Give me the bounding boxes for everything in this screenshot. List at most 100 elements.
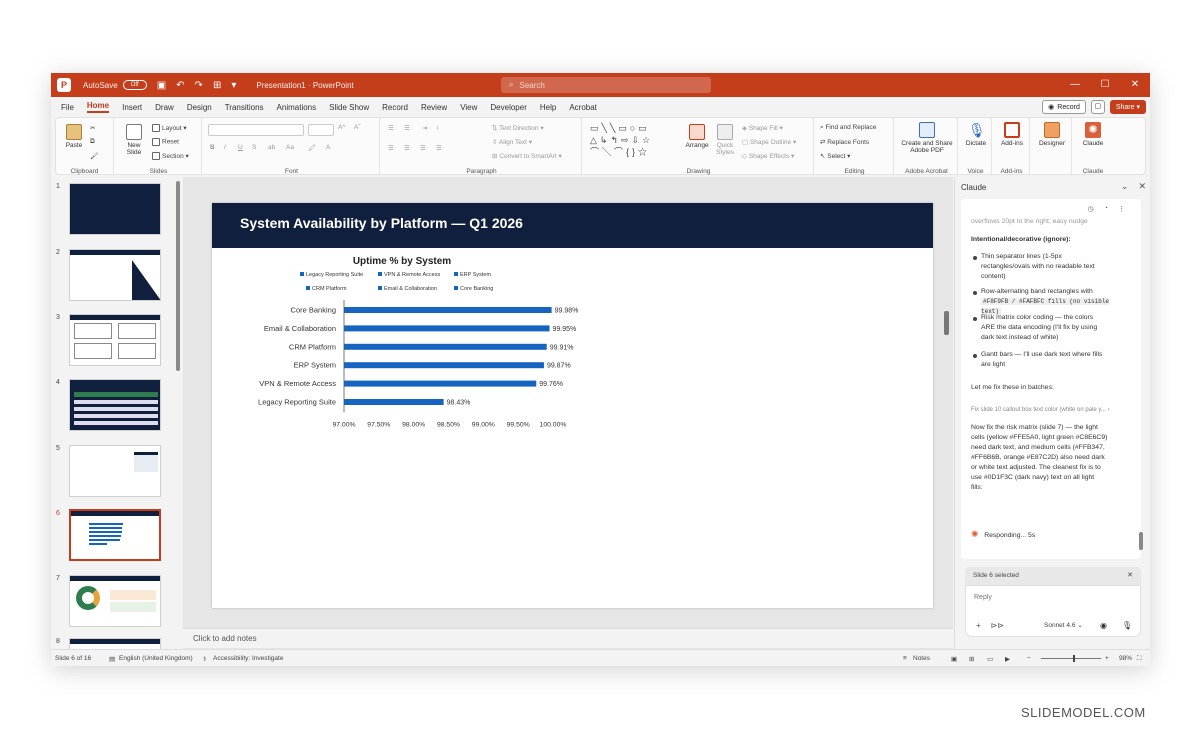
record-context-icon[interactable]: ◉ [1100, 621, 1107, 630]
shape-effects-button[interactable]: ◇ Shape Effects ▾ [742, 152, 794, 160]
select-button[interactable]: ↖ Select ▾ [820, 152, 850, 160]
align-left-icon[interactable]: ☰ [388, 144, 394, 152]
reading-view-icon[interactable]: ▭ [987, 655, 993, 663]
notes-pane[interactable]: Click to add notes [183, 628, 953, 648]
chat-scrollbar[interactable] [1139, 532, 1143, 550]
slide-sorter-icon[interactable]: ⊞ [969, 655, 974, 663]
align-center-icon[interactable]: ☰ [404, 144, 410, 152]
history-icon[interactable]: ◷ [1088, 205, 1094, 213]
slide-thumbnail-2[interactable] [69, 249, 161, 301]
text-direction-button[interactable]: ⇅ Text Direction ▾ [492, 124, 544, 132]
strikethrough-icon[interactable]: S [252, 144, 256, 151]
copy-icon[interactable]: ⧉ [90, 138, 95, 146]
align-right-icon[interactable]: ☰ [420, 144, 426, 152]
language-status[interactable]: English (United Kingdom) [119, 655, 193, 662]
tab-developer[interactable]: Developer [490, 103, 526, 112]
increase-font-icon[interactable]: A^ [338, 124, 345, 131]
shape-fill-button[interactable]: ◈ Shape Fill ▾ [742, 124, 783, 132]
align-text-button[interactable]: ⇳ Align Text ▾ [492, 138, 532, 146]
find-replace-button[interactable]: ⌕ Find and Replace [820, 124, 876, 132]
slide-thumbnail-1[interactable] [69, 183, 161, 235]
addins-button[interactable]: Add-ins [998, 122, 1026, 147]
redo-icon[interactable]: ↷ [195, 80, 203, 91]
maximize-icon[interactable]: ☐ [1090, 73, 1120, 97]
numbering-icon[interactable]: ☰ [404, 124, 410, 132]
shape-outline-button[interactable]: ▢ Shape Outline ▾ [742, 138, 796, 146]
tab-animations[interactable]: Animations [277, 103, 317, 112]
normal-view-icon[interactable]: ▣ [951, 655, 957, 663]
dictate-button[interactable]: 🎙 Dictate [962, 122, 990, 147]
slide-thumbnail-7[interactable] [69, 575, 161, 627]
model-selector[interactable]: Sonnet 4.6 ⌄ [1044, 621, 1083, 629]
section-button[interactable]: Section ▾ [152, 152, 189, 161]
editor-scrollbar[interactable] [944, 311, 949, 335]
undo-icon[interactable]: ↶ [176, 80, 184, 91]
zoom-in-icon[interactable]: + [1105, 655, 1109, 662]
search-box[interactable]: ⌕ Search [501, 77, 711, 93]
new-slide-button[interactable]: New Slide [120, 124, 148, 156]
tab-design[interactable]: Design [187, 103, 212, 112]
indent-icon[interactable]: ⇥ [422, 124, 427, 132]
format-painter-icon[interactable]: 🖌 [90, 152, 98, 160]
slide-thumbnail-3[interactable] [69, 314, 161, 366]
add-attachment-icon[interactable]: + [976, 621, 981, 630]
font-color-icon[interactable]: A [326, 144, 330, 151]
underline-icon[interactable]: U [238, 144, 243, 151]
reset-button[interactable]: Reset [152, 138, 179, 146]
italic-icon[interactable]: I [224, 144, 226, 151]
thumbnails-scrollbar[interactable] [176, 181, 180, 371]
slide-canvas[interactable]: System Availability by Platform — Q1 202… [212, 203, 933, 608]
decrease-font-icon[interactable]: Aˇ [354, 124, 361, 131]
minimize-icon[interactable]: — [1060, 73, 1090, 97]
autosave-toggle[interactable]: Off [122, 80, 147, 90]
font-name-combo[interactable] [208, 124, 304, 136]
zoom-slider-thumb[interactable] [1073, 655, 1075, 662]
char-spacing-icon[interactable]: ab [268, 144, 275, 151]
create-share-pdf-button[interactable]: Create and Share Adobe PDF [898, 122, 956, 154]
bullets-icon[interactable]: ☰ [388, 124, 394, 132]
tab-transitions[interactable]: Transitions [225, 103, 264, 112]
close-icon[interactable]: ✕ [1120, 73, 1150, 97]
chat-tool-call[interactable]: Fix slide 10 callout box text color (whi… [971, 405, 1131, 415]
uptime-bar-chart[interactable]: Uptime % by System Legacy Reporting Suit… [212, 248, 933, 608]
remove-context-icon[interactable]: ✕ [1127, 571, 1133, 579]
slide-thumbnail-6[interactable] [69, 509, 161, 561]
convert-smartart-button[interactable]: ⊞ Convert to SmartArt ▾ [492, 152, 562, 160]
justify-icon[interactable]: ☰ [436, 144, 442, 152]
cut-icon[interactable]: ✂ [90, 124, 95, 132]
zoom-slider[interactable] [1041, 658, 1101, 659]
close-pane-icon[interactable]: ✕ [1138, 181, 1146, 192]
change-case-icon[interactable]: Aa [286, 144, 294, 151]
replace-fonts-button[interactable]: ⇄ Replace Fonts [820, 138, 869, 146]
slide-thumbnail-5[interactable] [69, 445, 161, 497]
bold-icon[interactable]: B [210, 144, 215, 151]
tab-draw[interactable]: Draw [155, 103, 174, 112]
claude-button[interactable]: ✺ Claude [1078, 122, 1108, 147]
layout-button[interactable]: Layout ▾ [152, 124, 187, 133]
highlight-icon[interactable]: 🖍 [308, 144, 316, 152]
line-spacing-icon[interactable]: ↕ [436, 124, 439, 131]
notes-icon[interactable]: ≡ [903, 655, 907, 662]
customize-icon[interactable]: ▾ [231, 80, 236, 91]
new-chat-icon[interactable]: ◔ [1104, 205, 1108, 213]
arrange-button[interactable]: Arrange [684, 124, 710, 149]
share-button[interactable]: Share ▾ [1109, 100, 1146, 114]
slideshow-icon[interactable]: ▶ [1005, 655, 1010, 663]
quick-styles-button[interactable]: Quick Styles [712, 124, 738, 156]
tab-home[interactable]: Home [86, 101, 110, 113]
accessibility-status[interactable]: Accessibility: Investigate [213, 655, 283, 662]
presenter-icon[interactable]: ⊞ [213, 80, 221, 91]
voice-input-icon[interactable]: 🎙 [1122, 621, 1132, 630]
tab-insert[interactable]: Insert [122, 103, 142, 112]
tab-slide-show[interactable]: Slide Show [329, 103, 369, 112]
slide-thumbnail-8[interactable] [69, 638, 161, 649]
comments-icon[interactable]: ▢ [1090, 100, 1105, 114]
tab-record[interactable]: Record [382, 103, 408, 112]
shapes-gallery[interactable]: ▭╲╲▭○▭ △↳↰⇨⇩☆ ⌒╲⌒{}☆ [590, 122, 674, 160]
slide-title[interactable]: System Availability by Platform — Q1 202… [240, 215, 523, 231]
notes-toggle[interactable]: Notes [913, 655, 930, 662]
chevron-down-icon[interactable]: ⌄ [1121, 181, 1129, 192]
record-button[interactable]: ◉ Record [1042, 100, 1086, 114]
tab-file[interactable]: File [61, 103, 74, 112]
zoom-level[interactable]: 98% [1119, 655, 1132, 662]
